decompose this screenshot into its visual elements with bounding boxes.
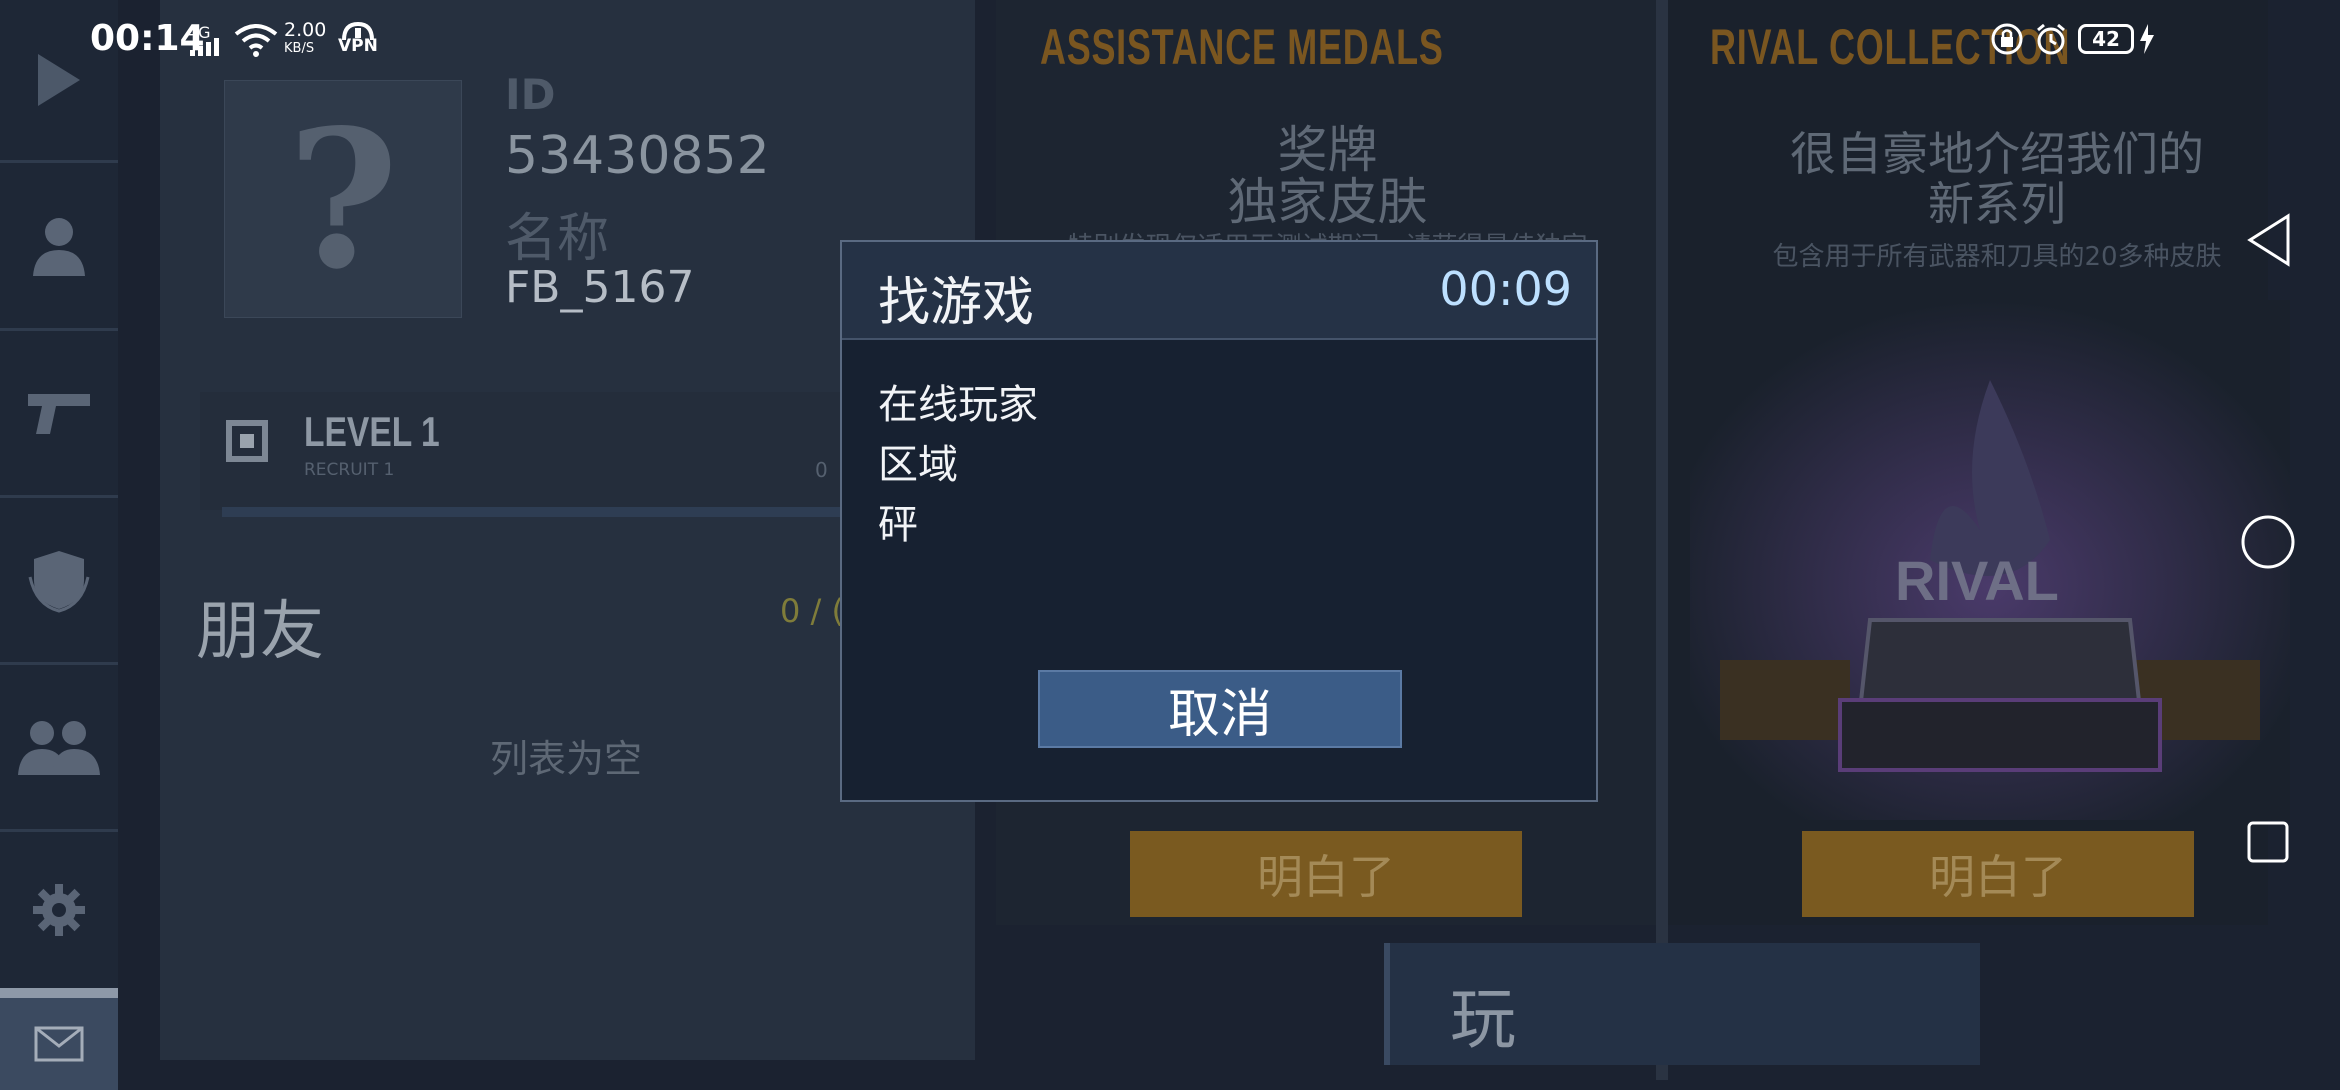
name-label: 名称 [505, 209, 610, 269]
rival-description: 包含用于所有武器和刀具的20多种皮肤 [1772, 242, 2222, 272]
find-game-dialog: 找游戏 00:09 在线玩家 区域 砰 取消 [840, 240, 1598, 802]
medals-header: ASSISTANCE MEDALS [1040, 19, 1444, 75]
network-speed-unit: KB/S [284, 41, 315, 56]
medals-line2: 独家皮肤 [1227, 173, 1428, 231]
recents-square-icon[interactable] [2246, 820, 2290, 864]
friends-empty-text: 列表为空 [490, 737, 643, 781]
dialog-header: 找游戏 00:09 [842, 242, 1596, 340]
level-title: LEVEL 1 [304, 408, 440, 455]
pistol-icon [28, 394, 90, 434]
shield-icon [28, 551, 90, 613]
avatar[interactable]: ? [224, 80, 462, 318]
region-label: 区域 [878, 442, 958, 488]
level-subtitle: RECRUIT 1 [304, 460, 395, 480]
id-value: 53430852 [505, 126, 770, 186]
wifi-icon [234, 24, 278, 57]
play-icon [38, 54, 80, 106]
dialog-title: 找游戏 [878, 273, 1035, 333]
sidebar [0, 0, 118, 1090]
back-triangle-icon[interactable] [2246, 212, 2292, 268]
mail-icon [34, 1026, 84, 1062]
online-players-label: 在线玩家 [878, 382, 1038, 428]
panel-divider [1656, 0, 1668, 1080]
rival-got-it-button[interactable]: 明白了 [1802, 831, 2194, 917]
medals-got-it-button[interactable]: 明白了 [1130, 831, 1522, 917]
play-label: 玩 [1450, 981, 1516, 1058]
sidebar-item-settings[interactable] [0, 832, 118, 988]
sidebar-item-weapons[interactable] [0, 331, 118, 498]
profile-icon [33, 217, 85, 276]
sidebar-item-friends[interactable] [0, 665, 118, 832]
sidebar-item-profile[interactable] [0, 163, 118, 331]
gear-icon [33, 884, 85, 936]
rotation-lock-icon [1991, 23, 2023, 55]
charging-icon [2140, 24, 2154, 54]
level-rank-icon [226, 420, 268, 462]
rival-line2: 新系列 [1928, 177, 2066, 231]
rival-logo-text: RIVAL [1895, 549, 2059, 612]
cancel-button[interactable]: 取消 [1038, 670, 1402, 748]
sidebar-item-mail[interactable] [0, 988, 118, 1090]
vpn-label: VPN [338, 36, 378, 56]
id-label: ID [505, 70, 556, 119]
friends-title: 朋友 [196, 595, 324, 669]
search-timer: 00:09 [1439, 262, 1572, 316]
signal-icon [190, 38, 219, 56]
battery-level: 42 [2092, 27, 2120, 51]
network-speed-value: 2.00 [284, 19, 327, 41]
home-circle-icon[interactable] [2240, 514, 2296, 570]
alarm-icon [2037, 23, 2065, 55]
sidebar-item-ranks[interactable] [0, 498, 118, 665]
name-value: FB_5167 [505, 262, 695, 313]
friends-icon [18, 721, 100, 775]
rival-case-image: RIVAL [1690, 300, 2290, 820]
mode-label: 砰 [878, 502, 918, 548]
friends-count: 0 / ( [780, 592, 844, 630]
level-xp: 0 [815, 458, 828, 482]
